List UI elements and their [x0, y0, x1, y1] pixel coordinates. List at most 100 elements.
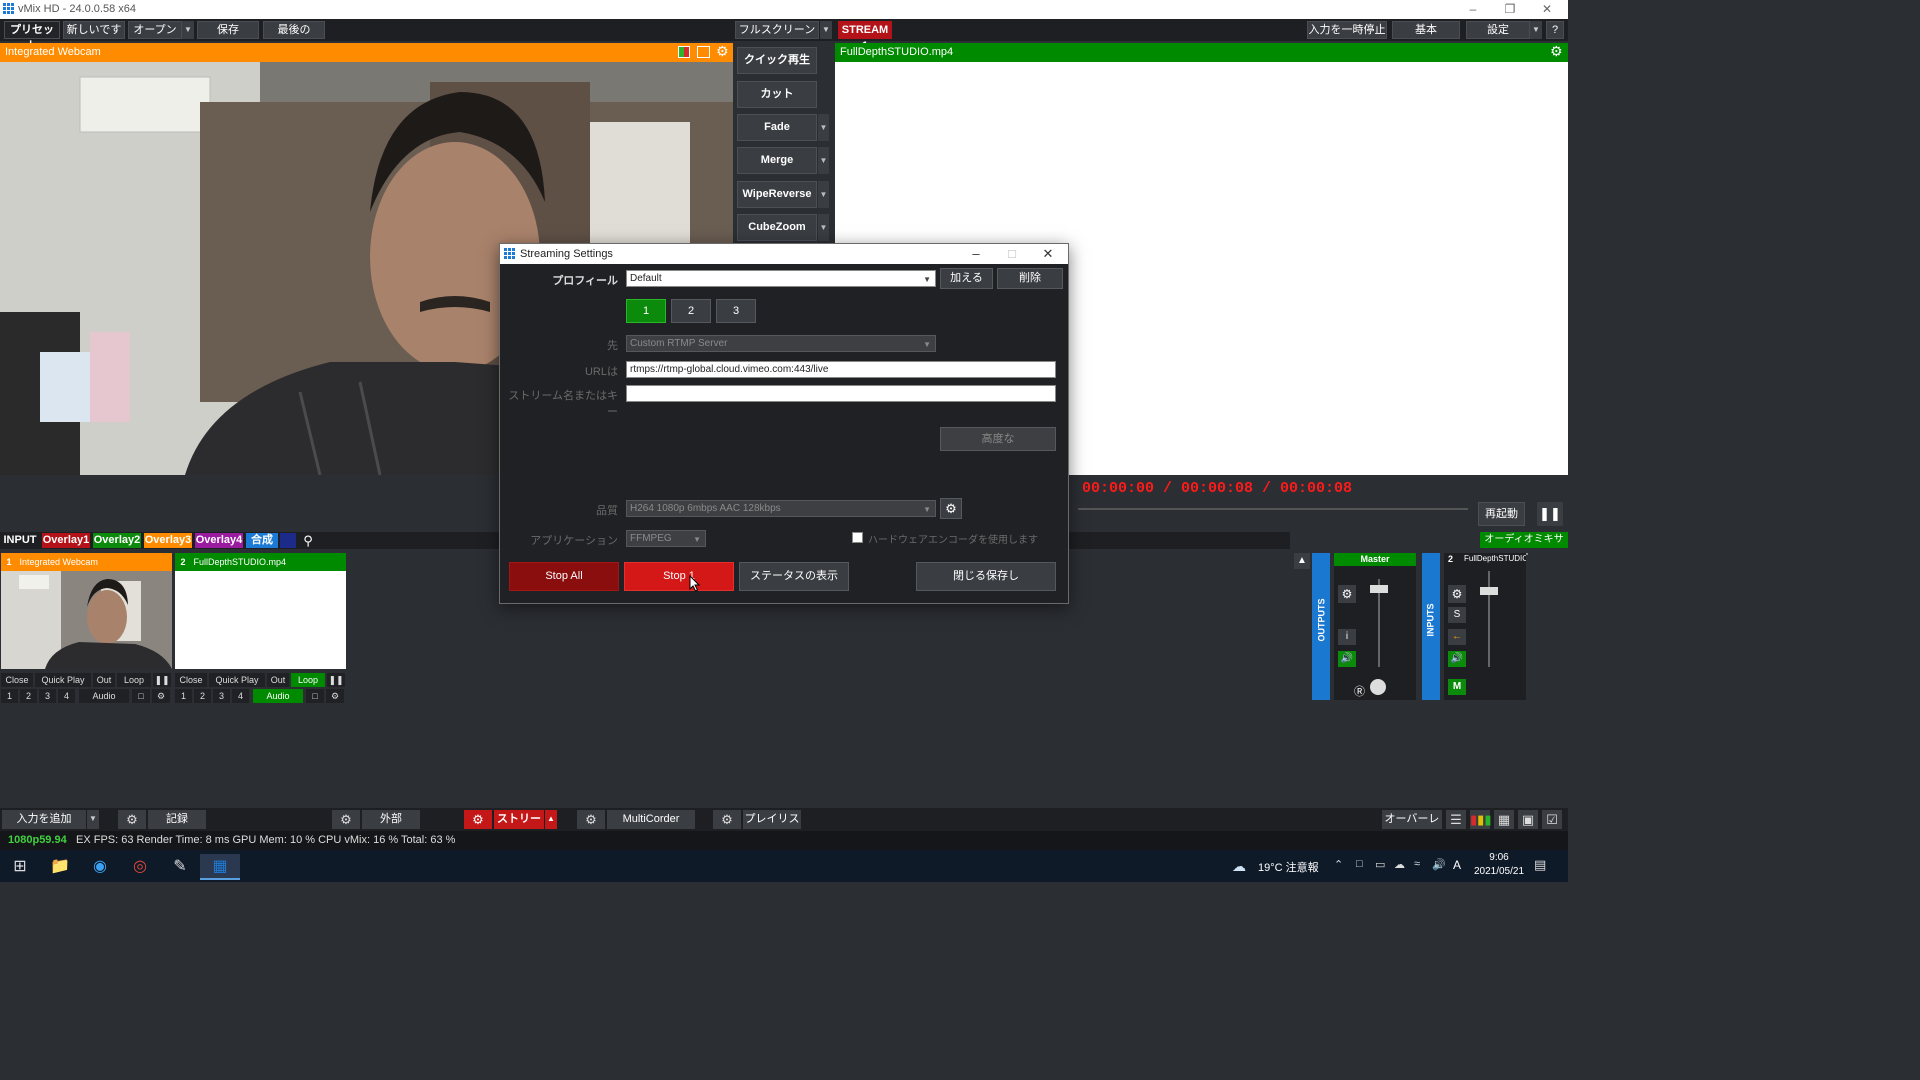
stream-button[interactable]: ストリーム [494, 810, 544, 844]
profile-select[interactable]: Default ▼ [626, 270, 936, 287]
gear-icon[interactable]: ⚙ [716, 43, 729, 60]
input-gear-icon[interactable]: ⚙ [152, 689, 170, 703]
tab-overlay4[interactable]: Overlay4 [195, 533, 243, 548]
add-input-button[interactable]: 入力を追加 [2, 810, 86, 829]
input-2-fader[interactable] [1480, 587, 1498, 595]
audio-input-button[interactable]: Audio [253, 689, 303, 703]
master-bus-button[interactable]: M [1448, 679, 1466, 695]
tab-overlay1[interactable]: Overlay1 [42, 533, 90, 548]
fullscreen-dropdown-icon[interactable]: ▼ [820, 21, 832, 39]
quality-gear-icon[interactable]: ⚙ [940, 498, 962, 519]
overlay-3-button[interactable]: 3 [39, 689, 56, 703]
ime-indicator[interactable]: A [1453, 858, 1461, 872]
input-2-speaker-icon[interactable]: 🔊 [1448, 651, 1466, 667]
fade-dropdown-icon[interactable]: ▼ [818, 114, 829, 141]
out-input-button[interactable]: Out [267, 673, 289, 687]
close-input-button[interactable]: Close [175, 673, 207, 687]
clock-date[interactable]: 2021/05/21 [1470, 866, 1528, 877]
external-gear-icon[interactable]: ⚙ [332, 810, 360, 829]
restore-icon[interactable]: ❐ [1495, 1, 1525, 17]
audio-follow-icon[interactable]: ← [1448, 629, 1466, 645]
stream-gear-icon[interactable]: ⚙ [464, 810, 492, 829]
audio-mixer-button[interactable]: オーディオミキサー [1480, 532, 1568, 561]
input-card-2[interactable]: 2 FullDepthSTUDIO.mp4 Close Quick Play O… [175, 553, 346, 703]
grid-icon[interactable]: ▦ [1494, 810, 1514, 829]
battery-icon[interactable]: ▭ [1375, 858, 1385, 871]
tab-overlay3[interactable]: Overlay3 [144, 533, 192, 548]
tab-color[interactable] [280, 533, 296, 548]
dialog-close-icon[interactable]: ✕ [1030, 245, 1066, 263]
meter-icon[interactable]: ▮▮▮ [1470, 810, 1491, 829]
overlay-button[interactable]: オーバーレイ [1382, 810, 1442, 844]
master-info-button[interactable]: i [1338, 629, 1356, 645]
pin-icon[interactable]: ▲ [1294, 553, 1310, 569]
destination-select[interactable]: Custom RTMP Server ▼ [626, 335, 936, 352]
settings-dropdown-icon[interactable]: ▼ [1530, 21, 1542, 39]
show-status-button[interactable]: ステータスの表示 [739, 562, 849, 591]
solo-button[interactable]: S [1448, 607, 1466, 623]
stream-key-input[interactable] [626, 385, 1056, 402]
pause-input-icon[interactable]: ❚❚ [327, 673, 345, 687]
quick-play-input-button[interactable]: Quick Play [209, 673, 265, 687]
overlay-1-button[interactable]: 1 [1, 689, 18, 703]
file-explorer-icon[interactable]: 📁 [40, 854, 80, 880]
monitor-icon[interactable]: □ [132, 689, 150, 703]
network-icon[interactable]: ≈ [1414, 858, 1420, 870]
fade-button[interactable]: Fade [737, 114, 817, 141]
add-input-dropdown-icon[interactable]: ▼ [87, 810, 99, 829]
hardware-encoder-checkbox[interactable] [852, 532, 863, 543]
loop-input-button[interactable]: Loop [291, 673, 325, 687]
overlay-4-button[interactable]: 4 [58, 689, 75, 703]
settings-button[interactable]: 設定 [1466, 21, 1530, 39]
overlay-2-button[interactable]: 2 [20, 689, 37, 703]
multicorder-gear-icon[interactable]: ⚙ [577, 810, 605, 829]
record-button[interactable]: 記録 [148, 810, 206, 829]
pause-icon[interactable]: ❚❚ [1537, 502, 1563, 526]
master-fader[interactable] [1370, 585, 1388, 593]
delete-profile-button[interactable]: 削除 [997, 268, 1063, 289]
close-input-button[interactable]: Close [1, 673, 33, 687]
record-gear-icon[interactable]: ⚙ [118, 810, 146, 829]
seek-bar[interactable] [1078, 508, 1468, 510]
dialog-maximize-icon[interactable]: □ [994, 245, 1030, 263]
weather-text[interactable]: 19°C 注意報 [1258, 859, 1319, 875]
destination-tab-3[interactable]: 3 [716, 299, 756, 323]
chrome-browser-icon[interactable]: ◎ [120, 854, 160, 880]
tray-chevron-icon[interactable]: ⌃ [1334, 858, 1343, 871]
preset-button[interactable]: プリセット [4, 21, 60, 52]
menu-icon[interactable]: ☰ [1446, 810, 1466, 829]
cubezoom-dropdown-icon[interactable]: ▼ [818, 214, 829, 241]
destination-tab-2[interactable]: 2 [671, 299, 711, 323]
master-gear-icon[interactable]: ⚙ [1338, 585, 1356, 603]
last-button[interactable]: 最後の [263, 21, 325, 39]
tab-overlay2[interactable]: Overlay2 [93, 533, 141, 548]
application-select[interactable]: FFMPEG ▼ [626, 530, 706, 547]
lock-icon[interactable]: ☑ [1542, 810, 1562, 829]
stream-dropdown-icon[interactable]: ▲ [545, 810, 557, 829]
input-card-1[interactable]: 1 Integrated Webcam Close Quick Play Out… [1, 553, 172, 703]
destination-tab-1[interactable]: 1 [626, 299, 666, 323]
notification-icon[interactable]: ▤ [1534, 857, 1546, 873]
cut-button[interactable]: カット [737, 81, 817, 108]
stop-all-button[interactable]: Stop All [509, 562, 619, 591]
color-correction-icon[interactable] [678, 46, 690, 58]
cloud-icon[interactable]: ☁ [1394, 858, 1405, 871]
tab-composite[interactable]: 合成 [246, 533, 278, 548]
audio-input-button[interactable]: Audio [79, 689, 129, 703]
clock-time[interactable]: 9:06 [1470, 852, 1528, 863]
tray-device-icon[interactable]: □ [1356, 858, 1363, 870]
merge-dropdown-icon[interactable]: ▼ [818, 147, 829, 174]
minimize-icon[interactable]: – [1458, 1, 1488, 17]
windows-start-icon[interactable]: ⊞ [0, 854, 40, 880]
basic-button[interactable]: 基本 [1392, 21, 1460, 39]
open-dropdown-icon[interactable]: ▼ [182, 21, 194, 39]
close-save-button[interactable]: 閉じる保存し [916, 562, 1056, 591]
wipereverse-dropdown-icon[interactable]: ▼ [818, 181, 829, 208]
master-speaker-icon[interactable]: 🔊 [1338, 651, 1356, 667]
advanced-button[interactable]: 高度な [940, 427, 1056, 451]
new-button[interactable]: 新しいです [63, 21, 125, 39]
cubezoom-button[interactable]: CubeZoom [737, 214, 817, 241]
overlay-1-button[interactable]: 1 [175, 689, 192, 703]
restart-button[interactable]: 再起動 [1478, 502, 1525, 526]
headphones-icon[interactable]: Ⓡ [1354, 683, 1365, 699]
